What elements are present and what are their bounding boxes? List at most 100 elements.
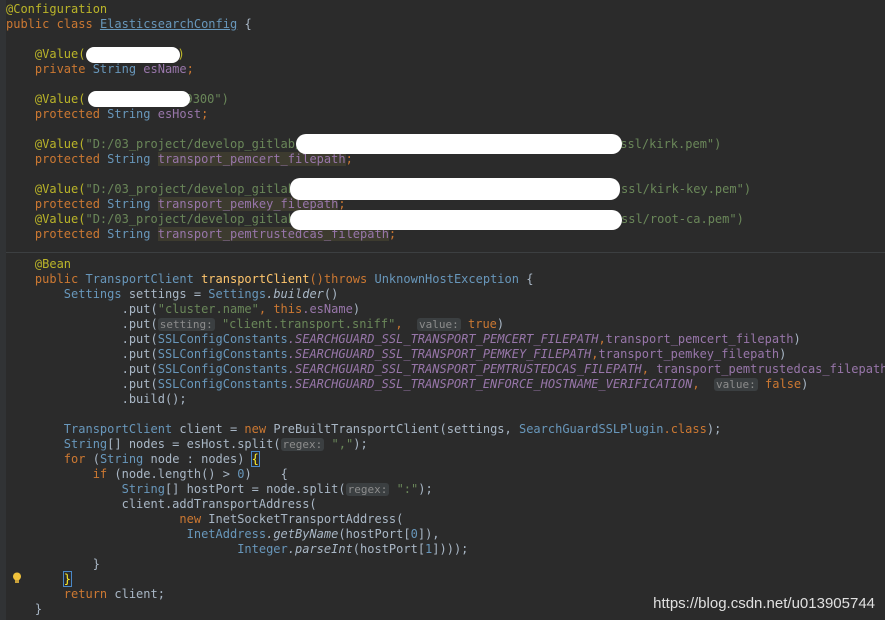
var-nodes: [] nodes = esHost.split( [107, 437, 281, 451]
keyword-class: .class [663, 422, 707, 436]
redaction-mark [290, 178, 620, 200]
var-node: node : nodes) [150, 452, 252, 466]
stmt-close: ); [706, 422, 722, 436]
code-line[interactable]: protected String esHost; [6, 107, 208, 122]
type-integer: Integer [237, 542, 288, 556]
lightbulb-icon[interactable] [12, 572, 22, 584]
code-line[interactable]: for (String node : nodes) { [6, 451, 260, 467]
stmt-close: ); [418, 482, 433, 496]
paren: ) [496, 317, 505, 331]
code-line[interactable]: .put(SSLConfigConstants.SEARCHGUARD_SSL_… [6, 362, 885, 377]
code-line[interactable]: public TransportClient transportClient()… [6, 272, 534, 287]
keyword-public: public [6, 17, 57, 31]
code-line[interactable]: .put("cluster.name", this.esName) [6, 302, 360, 317]
annotation-bean: @Bean [34, 257, 72, 271]
semicolon: ; [186, 62, 194, 76]
code-line[interactable]: .put(SSLConfigConstants.SEARCHGUARD_SSL_… [6, 377, 808, 392]
code-line[interactable]: Settings settings = Settings.builder() [6, 287, 339, 302]
var-client: client = [172, 422, 245, 436]
code-line[interactable]: .put(setting: "client.transport.sniff", … [6, 317, 504, 332]
keyword-protected: protected [34, 107, 108, 121]
field-pemtrustedcas: transport_pemtrustedcas_filepath [656, 362, 885, 376]
type-sslconfigconstants: SSLConfigConstants [157, 347, 288, 361]
paren: ) [801, 377, 809, 391]
string-path: "D:/03_project/develop_gitlab [85, 182, 295, 196]
type-string: String [99, 452, 151, 466]
brace: { [518, 272, 534, 286]
string-comma: "," [331, 437, 354, 451]
code-line[interactable]: protected String transport_pemcert_filep… [6, 152, 353, 167]
type-string: String [107, 107, 158, 121]
code-line[interactable]: client.addTransportAddress( [6, 497, 317, 512]
const-pemcert: .SEARCHGUARD_SSL_TRANSPORT_PEMCERT_FILEP… [287, 332, 599, 346]
code-line[interactable]: private String esName; [6, 62, 194, 77]
method-getbyname: .getByName [266, 527, 339, 541]
code-line[interactable]: if (node.length() > 0) { [6, 467, 288, 482]
code-line[interactable]: String[] nodes = esHost.split(regex: ","… [6, 437, 368, 452]
arg: (hostPort[ [352, 542, 426, 556]
code-line[interactable]: .put(SSLConfigConstants.SEARCHGUARD_SSL_… [6, 332, 801, 347]
field-eshost: esHost [157, 107, 202, 121]
keyword-protected: protected [34, 152, 108, 166]
param-hint: regex: [280, 438, 325, 451]
code-line[interactable]: Integer.parseInt(hostPort[1]))); [6, 542, 468, 557]
semicolon: ; [201, 107, 209, 121]
arg: (hostPort[ [338, 527, 411, 541]
code-editor[interactable]: @Configuration public class Elasticsearc… [0, 0, 885, 620]
code-line[interactable]: protected String transport_pemkey_filepa… [6, 197, 346, 212]
type-settings: Settings [63, 287, 122, 301]
code-line[interactable]: TransportClient client = new PreBuiltTra… [6, 422, 722, 437]
method-put: .put( [121, 377, 158, 391]
paren: ( [92, 452, 100, 466]
code-line[interactable]: .build(); [6, 392, 187, 407]
method-addtransport: client.addTransportAddress( [121, 497, 317, 511]
code-line[interactable]: public class ElasticsearchConfig { [6, 17, 252, 32]
code-line[interactable]: String[] hostPort = node.split(regex: ":… [6, 482, 433, 497]
keyword-for: for [63, 452, 93, 466]
string-path: "D:/03_project/develop_gitlab [85, 212, 295, 226]
method-put: .put( [121, 317, 158, 331]
if-close: ) { [244, 467, 288, 481]
code-line[interactable]: @Configuration [6, 2, 107, 17]
string-port: 9300") [185, 92, 229, 106]
keyword-this: this [273, 302, 303, 316]
args: (settings, [439, 422, 519, 436]
method-parseint: .parseInt [287, 542, 353, 556]
keyword-protected: protected [34, 197, 108, 211]
return-value: client; [114, 587, 165, 601]
brace: } [92, 557, 100, 571]
var-settings: settings = [121, 287, 209, 301]
param-hint: value: [417, 318, 461, 331]
if-condition: (node.length() > [114, 467, 238, 481]
comma: , [258, 302, 274, 316]
code-line[interactable]: InetAddress.getByName(hostPort[0]), [6, 527, 440, 542]
redaction-mark [86, 47, 180, 63]
code-line[interactable]: } [6, 557, 100, 572]
method-put: .put( [121, 332, 158, 346]
method-name: transportClient [193, 272, 310, 286]
keyword-class: class [56, 17, 100, 31]
keyword-new: new [244, 422, 274, 436]
code-line[interactable]: .put(SSLConfigConstants.SEARCHGUARD_SSL_… [6, 347, 787, 362]
method-put: .put( [121, 362, 158, 376]
code-line[interactable]: return client; [6, 587, 165, 602]
comma: , [598, 332, 606, 346]
redaction-mark [290, 210, 622, 230]
type-string: String [63, 437, 108, 451]
field-pemcert: transport_pemcert_filepath [157, 152, 346, 166]
string-sniff: "client.transport.sniff" [221, 317, 396, 331]
code-line[interactable]: } [6, 602, 42, 617]
comma: , [641, 362, 657, 376]
keyword-public: public [34, 272, 86, 286]
code-line[interactable]: new InetSocketTransportAddress( [6, 512, 403, 527]
keyword-return: return [63, 587, 115, 601]
parens: () [323, 287, 339, 301]
param-hint: regex: [345, 483, 390, 496]
method-builder: .builder [266, 287, 324, 301]
type-exception: UnknownHostException [374, 272, 519, 286]
class-name[interactable]: ElasticsearchConfig [100, 17, 237, 31]
param-hint: setting: [157, 318, 215, 331]
keyword-new: new [179, 512, 209, 526]
code-line[interactable]: @Bean [6, 257, 71, 272]
type-sslconfigconstants: SSLConfigConstants [157, 377, 288, 391]
